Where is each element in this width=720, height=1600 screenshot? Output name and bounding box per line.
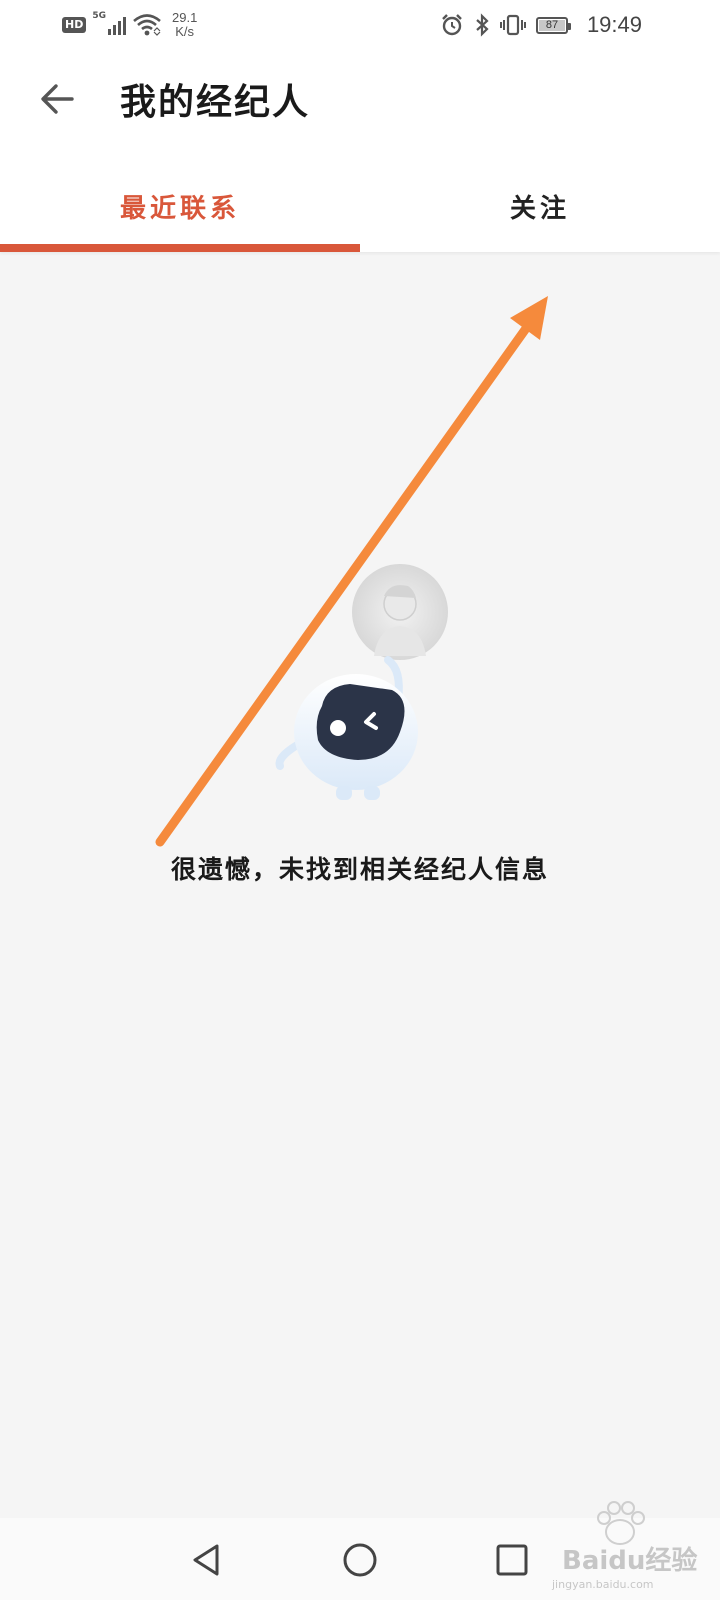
- alarm-icon: [442, 14, 462, 36]
- nav-back-button[interactable]: [184, 1538, 228, 1582]
- page-title: 我的经纪人: [120, 81, 311, 123]
- vibrate-icon: [500, 14, 526, 36]
- empty-state-illustration: [275, 564, 448, 800]
- back-triangle-icon: [193, 1544, 219, 1576]
- tab-active-indicator: [0, 244, 360, 252]
- signal-icon: [108, 15, 126, 35]
- hd-badge: HD: [62, 17, 87, 33]
- tab-bar: 最近联系 关注: [0, 160, 720, 252]
- tab-label: 最近联系: [119, 193, 240, 224]
- speed-value: 29.1: [172, 10, 198, 25]
- tab-following[interactable]: 关注: [360, 160, 720, 252]
- nav-recents-button[interactable]: [490, 1538, 534, 1582]
- tab-recent-contacts[interactable]: 最近联系: [0, 160, 360, 252]
- status-left: HD 5G 29.1 K/s: [62, 10, 197, 40]
- network-type: 5G: [92, 11, 106, 21]
- back-arrow-icon: [41, 84, 74, 114]
- wifi-icon: [133, 14, 161, 36]
- bluetooth-icon: [476, 13, 489, 37]
- home-circle-icon: [343, 1543, 377, 1577]
- robot-mascot-icon: [275, 656, 418, 800]
- watermark-url: jingyan.baidu.com: [552, 1578, 654, 1591]
- header: 我的经纪人: [0, 50, 720, 160]
- empty-state-message: 很遗憾，未找到相关经纪人信息: [170, 855, 549, 884]
- battery-icon: 87: [536, 16, 571, 34]
- tab-label: 关注: [509, 193, 570, 224]
- status-time: 19:49: [586, 12, 642, 37]
- recents-square-icon: [496, 1544, 528, 1576]
- baidu-watermark: Baidu经验 jingyan.baidu.com: [552, 1500, 702, 1591]
- screen: HD 5G 29.1 K/s 87 19:49 我的经纪人 最近联系 关注 很遗…: [0, 0, 720, 1600]
- avatar-icon: [352, 564, 448, 660]
- speed-unit: K/s: [175, 24, 195, 39]
- nav-home-button[interactable]: [338, 1538, 382, 1582]
- back-button[interactable]: [30, 72, 84, 126]
- network-speed: 29.1 K/s: [172, 11, 197, 39]
- status-bar: HD 5G 29.1 K/s 87 19:49: [0, 0, 720, 50]
- status-right: 87: [440, 12, 571, 38]
- watermark-brand: Baidu经验: [562, 1546, 698, 1576]
- battery-level: 87: [539, 19, 565, 31]
